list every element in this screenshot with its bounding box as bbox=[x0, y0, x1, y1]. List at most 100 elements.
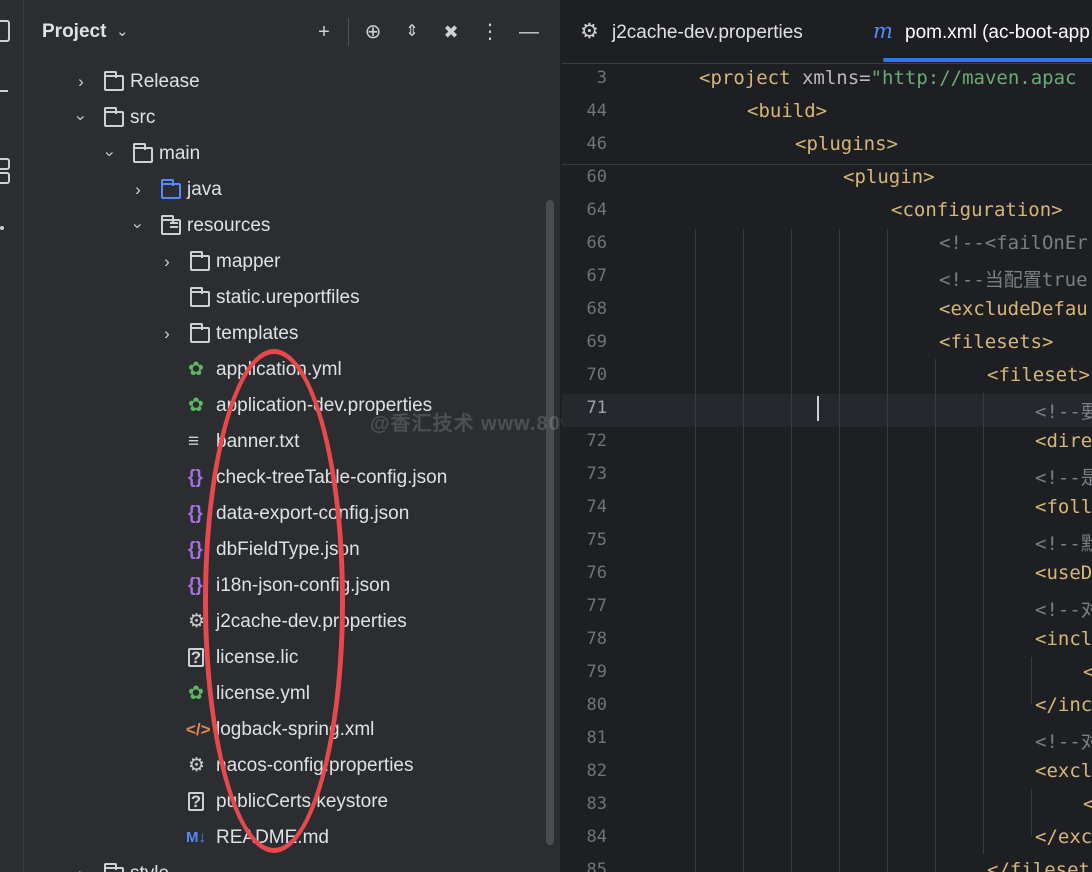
code-editor[interactable]: 3 <project xmlns="http://maven.apac 44 <bui… bbox=[562, 64, 1092, 872]
code-line[interactable]: 64 <configuration> bbox=[562, 196, 1092, 229]
tree-row-readme-md[interactable]: M↓ README.md bbox=[24, 820, 561, 856]
code-line[interactable]: 76 <useD bbox=[562, 559, 1092, 592]
expand-all-icon[interactable]: ⇕ bbox=[398, 18, 426, 46]
structure-tool-icon[interactable] bbox=[0, 158, 10, 170]
commit-tool-icon[interactable] bbox=[0, 90, 8, 92]
options-menu-icon[interactable]: ⋮ bbox=[476, 18, 504, 46]
indent-guide bbox=[839, 229, 840, 872]
line-number[interactable]: 77 bbox=[562, 596, 607, 616]
code-line[interactable]: 67 <!--当配置true bbox=[562, 262, 1092, 295]
line-number[interactable]: 44 bbox=[562, 101, 607, 121]
line-number[interactable]: 3 bbox=[562, 68, 607, 88]
line-number[interactable]: 83 bbox=[562, 794, 607, 814]
code-line[interactable]: 80 </inc bbox=[562, 691, 1092, 724]
code-line[interactable]: 81 <!--对 bbox=[562, 724, 1092, 757]
code-line[interactable]: 75 <!--默 bbox=[562, 526, 1092, 559]
code-line[interactable]: 68 <excludeDefau bbox=[562, 295, 1092, 328]
tree-row-label: style bbox=[130, 863, 169, 872]
tree-row-logback-spring-xml[interactable]: </> logback-spring.xml bbox=[24, 712, 561, 748]
project-panel-title[interactable]: Project bbox=[42, 21, 106, 43]
line-number[interactable]: 73 bbox=[562, 464, 607, 484]
tree-row-license-yml[interactable]: ✿ license.yml bbox=[24, 676, 561, 712]
line-number[interactable]: 79 bbox=[562, 662, 607, 682]
line-number[interactable]: 81 bbox=[562, 728, 607, 748]
line-number[interactable]: 85 bbox=[562, 860, 607, 872]
tree-row-resources[interactable]: › resources bbox=[24, 208, 561, 244]
line-number[interactable]: 67 bbox=[562, 266, 607, 286]
code-line[interactable]: 66 <!--<failOnEr bbox=[562, 229, 1092, 262]
code-line[interactable]: 3 <project xmlns="http://maven.apac bbox=[562, 64, 1092, 97]
code-line[interactable]: 74 <foll bbox=[562, 493, 1092, 526]
code-line[interactable]: 72 <dire bbox=[562, 427, 1092, 460]
xml-tag: <project bbox=[699, 67, 802, 89]
line-number[interactable]: 80 bbox=[562, 695, 607, 715]
more-tools-icon[interactable] bbox=[0, 226, 4, 230]
line-number[interactable]: 64 bbox=[562, 200, 607, 220]
code-line[interactable]: 79 < bbox=[562, 658, 1092, 691]
line-number[interactable]: 70 bbox=[562, 365, 607, 385]
tree-row-dbfieldtype-json[interactable]: {} dbFieldType.json bbox=[24, 532, 561, 568]
code-line[interactable]: 60 <plugin> bbox=[562, 163, 1092, 196]
tree-row-release[interactable]: › Release bbox=[24, 64, 561, 100]
line-number[interactable]: 78 bbox=[562, 629, 607, 649]
line-number[interactable]: 74 bbox=[562, 497, 607, 517]
line-number[interactable]: 60 bbox=[562, 167, 607, 187]
tree-row-mapper[interactable]: › mapper bbox=[24, 244, 561, 280]
tree-row-check-treetable-config-json[interactable]: {} check-treeTable-config.json bbox=[24, 460, 561, 496]
line-number[interactable]: 46 bbox=[562, 134, 607, 154]
tree-row-templates[interactable]: › templates bbox=[24, 316, 561, 352]
code-line[interactable]: 84 </exc bbox=[562, 823, 1092, 856]
chevron-right-icon[interactable]: › bbox=[73, 64, 89, 100]
tree-row-static-ureportfiles[interactable]: static.ureportfiles bbox=[24, 280, 561, 316]
chevron-right-icon[interactable]: › bbox=[159, 244, 175, 280]
tree-row-j2cache-dev-properties[interactable]: ⚙ j2cache-dev.properties bbox=[24, 604, 561, 640]
chevron-down-icon[interactable]: ⌄ bbox=[116, 22, 129, 40]
code-line[interactable]: 78 <incl bbox=[562, 625, 1092, 658]
tree-row-java[interactable]: › java bbox=[24, 172, 561, 208]
add-file-icon[interactable]: + bbox=[310, 18, 338, 46]
tree-row-application-yml[interactable]: ✿ application.yml bbox=[24, 352, 561, 388]
code-line[interactable]: 44 <build> bbox=[562, 97, 1092, 130]
chevron-right-icon[interactable]: › bbox=[130, 172, 146, 208]
line-number[interactable]: 66 bbox=[562, 233, 607, 253]
code-line[interactable]: 85 </fileset bbox=[562, 856, 1092, 872]
line-number[interactable]: 76 bbox=[562, 563, 607, 583]
collapse-all-icon[interactable]: ✖ bbox=[437, 18, 465, 46]
project-tree-scrollbar[interactable] bbox=[546, 200, 554, 845]
tree-row-style[interactable]: › style bbox=[24, 856, 561, 872]
line-number[interactable]: 69 bbox=[562, 332, 607, 352]
line-number[interactable]: 71 bbox=[562, 398, 607, 418]
line-number[interactable]: 68 bbox=[562, 299, 607, 319]
code-line[interactable]: 83 < bbox=[562, 790, 1092, 823]
tree-row-i18n-json-config-json[interactable]: {} i18n-json-config.json bbox=[24, 568, 561, 604]
code-line[interactable]: 70 <fileset> bbox=[562, 361, 1092, 394]
code-text: <plugin> bbox=[843, 166, 935, 188]
line-number[interactable]: 72 bbox=[562, 431, 607, 451]
chevron-down-icon[interactable]: › bbox=[92, 146, 128, 162]
chevron-right-icon[interactable]: › bbox=[73, 856, 89, 872]
project-panel-header: Project ⌄ + ⊕ ⇕ ✖ ⋮ — bbox=[24, 0, 561, 64]
code-line[interactable]: 46 <plugins> bbox=[562, 130, 1092, 163]
tree-row-data-export-config-json[interactable]: {} data-export-config.json bbox=[24, 496, 561, 532]
code-line[interactable]: 69 <filesets> bbox=[562, 328, 1092, 361]
tree-row-src[interactable]: › src bbox=[24, 100, 561, 136]
tree-row-nacos-config-properties[interactable]: ⚙ nacos-config.properties bbox=[24, 748, 561, 784]
code-line[interactable]: 71 <!--要 bbox=[562, 394, 1092, 427]
structure-tool-icon-lower[interactable] bbox=[0, 172, 10, 184]
line-number[interactable]: 75 bbox=[562, 530, 607, 550]
code-line[interactable]: 77 <!--对 bbox=[562, 592, 1092, 625]
project-tool-icon[interactable] bbox=[0, 20, 10, 42]
line-number[interactable]: 84 bbox=[562, 827, 607, 847]
line-number[interactable]: 82 bbox=[562, 761, 607, 781]
tree-row-license-lic[interactable]: ? license.lic bbox=[24, 640, 561, 676]
tree-row-label: dbFieldType.json bbox=[216, 539, 360, 560]
locate-file-icon[interactable]: ⊕ bbox=[359, 18, 387, 46]
code-line[interactable]: 82 <excl bbox=[562, 757, 1092, 790]
chevron-right-icon[interactable]: › bbox=[159, 316, 175, 352]
tree-row-main[interactable]: › main bbox=[24, 136, 561, 172]
hide-panel-icon[interactable]: — bbox=[515, 18, 543, 46]
code-line[interactable]: 73 <!--是 bbox=[562, 460, 1092, 493]
tree-row-publiccerts-keystore[interactable]: ? publicCerts.keystore bbox=[24, 784, 561, 820]
chevron-down-icon[interactable]: › bbox=[63, 110, 99, 126]
chevron-down-icon[interactable]: › bbox=[120, 218, 156, 234]
